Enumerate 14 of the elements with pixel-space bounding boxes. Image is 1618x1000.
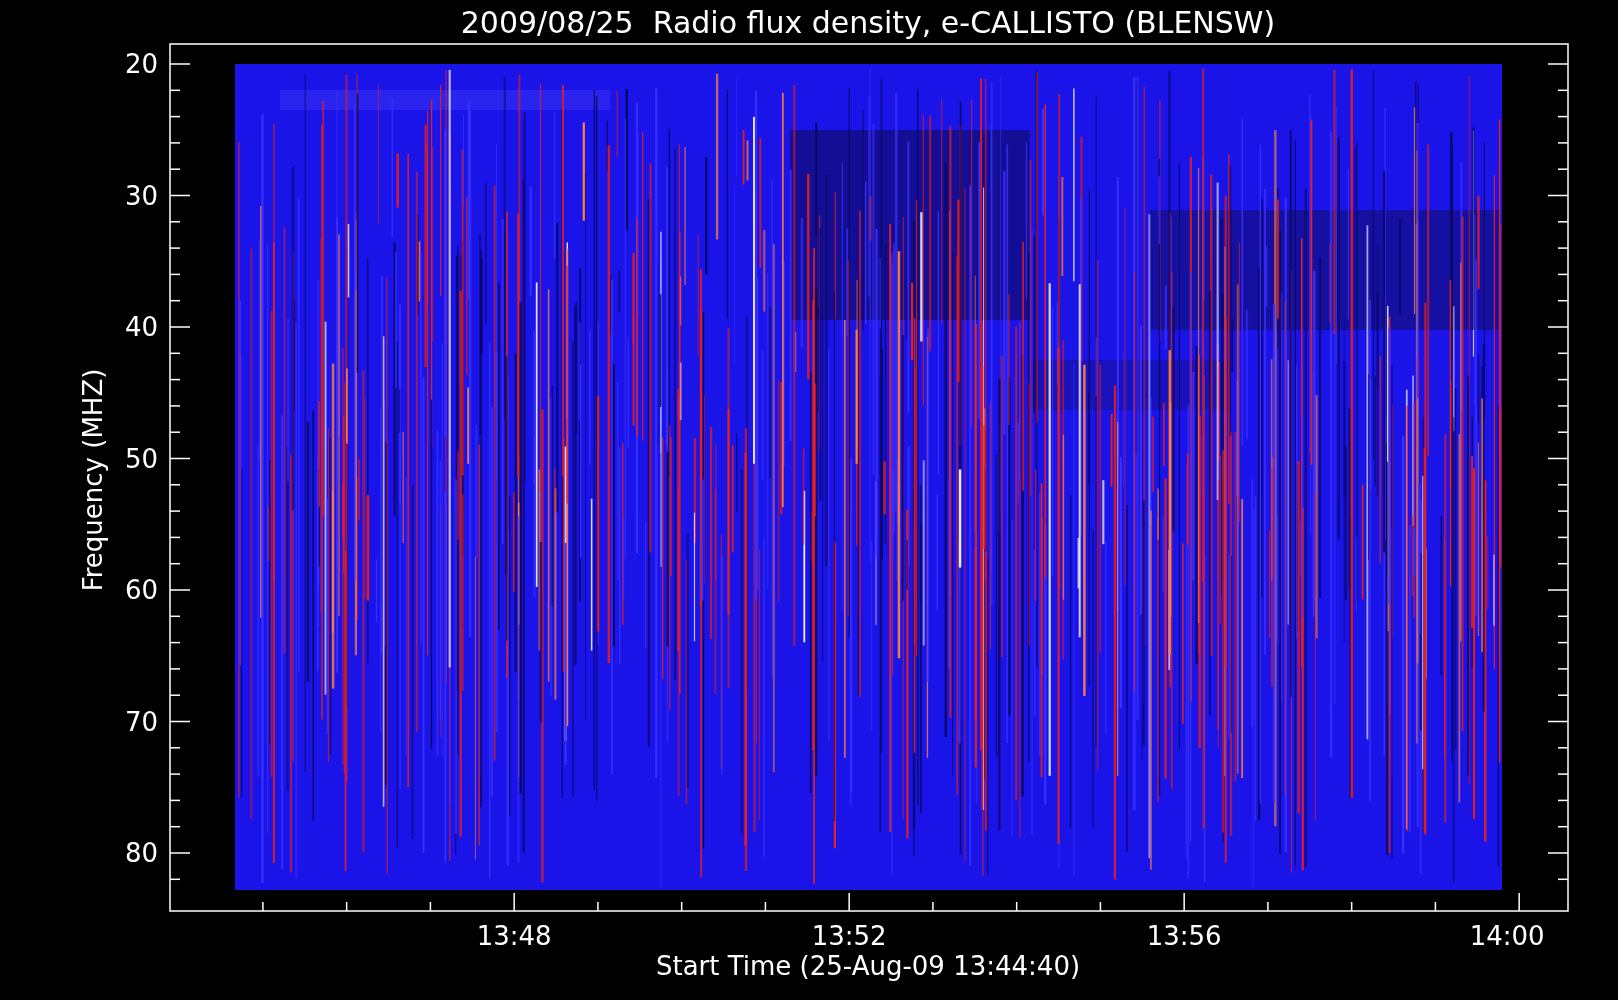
tick-label: 60 <box>124 575 158 605</box>
tick-label: 70 <box>124 706 158 737</box>
tick-label: 13:52 <box>811 921 887 951</box>
tick-label: 20 <box>124 49 158 79</box>
tick-label: 40 <box>124 312 158 342</box>
tick-label: 14:00 <box>1469 921 1545 951</box>
tick-label: 50 <box>124 443 158 474</box>
tick-label: 80 <box>124 838 158 868</box>
chart-title: 2009/08/25 Radio flux density, e-CALLISTO (BLENSW) <box>460 5 1276 40</box>
y-axis-label: Frequency (MHZ) <box>78 368 108 592</box>
x-axis-label: Start Time (25-Aug-09 13:44:40) <box>655 951 1081 981</box>
tick-label: 30 <box>124 180 158 211</box>
tick-label: 13:48 <box>476 921 552 951</box>
tick-label: 13:56 <box>1146 921 1222 951</box>
